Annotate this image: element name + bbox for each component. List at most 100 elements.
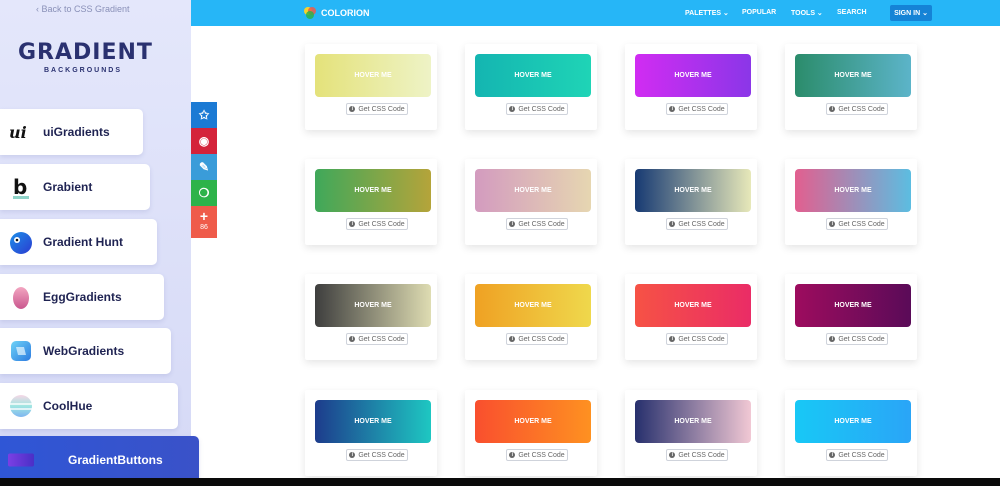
sidebar-item-grabient[interactable]: b Grabient [0, 164, 150, 210]
sidebar-item-webgradients[interactable]: WebGradients [0, 328, 171, 374]
get-css-code-label: Get CSS Code [678, 105, 725, 113]
qzone-icon: ✎ [198, 160, 210, 174]
hover-me-button[interactable]: HOVER ME [315, 54, 431, 97]
share-qzone-button[interactable]: ✎ [191, 154, 217, 180]
weibo-icon: ◉ [198, 134, 210, 148]
get-css-code-label: Get CSS Code [358, 105, 405, 113]
get-css-code-label: Get CSS Code [358, 451, 405, 459]
share-weibo-button[interactable]: ◉ [191, 128, 217, 154]
sidebar-item-uigradients[interactable]: ui uiGradients [0, 109, 143, 155]
info-icon: i [509, 106, 516, 112]
sidebar-item-gradientbuttons[interactable]: GradientButtons [0, 436, 199, 484]
info-icon: i [669, 452, 676, 458]
info-icon: i [669, 336, 676, 342]
bottom-bar [0, 478, 1000, 486]
hover-me-button[interactable]: HOVER ME [795, 400, 911, 443]
get-css-code-button[interactable]: i Get CSS Code [506, 218, 568, 230]
hover-me-button[interactable]: HOVER ME [635, 284, 751, 327]
sign-in-button[interactable]: SIGN IN ⌄ [890, 5, 932, 21]
sidebar-item-label: EggGradients [43, 290, 122, 304]
gradient-card: HOVER ME i Get CSS Code [305, 159, 437, 245]
get-css-code-button[interactable]: i Get CSS Code [506, 103, 568, 115]
info-icon: i [349, 452, 356, 458]
share-more-button[interactable]: + 86 [191, 206, 217, 238]
nav-search[interactable]: SEARCH [837, 9, 867, 16]
hover-me-button[interactable]: HOVER ME [475, 54, 591, 97]
get-css-code-label: Get CSS Code [518, 105, 565, 113]
hover-me-button[interactable]: HOVER ME [635, 54, 751, 97]
ui-logo-icon: ui [8, 119, 34, 145]
get-css-code-button[interactable]: i Get CSS Code [346, 333, 408, 345]
get-css-code-button[interactable]: i Get CSS Code [666, 449, 728, 461]
info-icon: i [829, 221, 836, 227]
get-css-code-button[interactable]: i Get CSS Code [666, 333, 728, 345]
get-css-code-button[interactable]: i Get CSS Code [506, 449, 568, 461]
get-css-code-button[interactable]: i Get CSS Code [826, 103, 888, 115]
get-css-code-button[interactable]: i Get CSS Code [346, 103, 408, 115]
hover-me-button[interactable]: HOVER ME [795, 284, 911, 327]
get-css-code-button[interactable]: i Get CSS Code [346, 218, 408, 230]
top-navbar: COLORION PALETTES ⌄ POPULAR TOOLS ⌄ SEAR… [191, 0, 1000, 26]
gradient-card: HOVER ME i Get CSS Code [465, 390, 597, 476]
get-css-code-button[interactable]: i Get CSS Code [346, 449, 408, 461]
egg-icon [8, 284, 34, 310]
sidebar: ‹ Back to CSS Gradient GRADIENT BACKGROU… [0, 0, 199, 486]
gradient-card: HOVER ME i Get CSS Code [305, 44, 437, 130]
gradient-card: HOVER ME i Get CSS Code [785, 159, 917, 245]
star-icon: ✩ [198, 108, 210, 122]
hover-me-button[interactable]: HOVER ME [475, 400, 591, 443]
hover-me-button[interactable]: HOVER ME [475, 284, 591, 327]
hover-me-button[interactable]: HOVER ME [475, 169, 591, 212]
hover-me-button[interactable]: HOVER ME [635, 400, 751, 443]
gradient-card: HOVER ME i Get CSS Code [625, 390, 757, 476]
wechat-icon: ❍ [198, 186, 210, 200]
get-css-code-label: Get CSS Code [678, 451, 725, 459]
svg-text:b: b [13, 175, 27, 199]
grabient-logo-icon: b [8, 174, 34, 200]
hover-me-button[interactable]: HOVER ME [795, 169, 911, 212]
gradient-card: HOVER ME i Get CSS Code [305, 390, 437, 476]
get-css-code-button[interactable]: i Get CSS Code [506, 333, 568, 345]
get-css-code-button[interactable]: i Get CSS Code [826, 333, 888, 345]
get-css-code-button[interactable]: i Get CSS Code [666, 103, 728, 115]
share-wechat-button[interactable]: ❍ [191, 180, 217, 206]
back-link[interactable]: ‹ Back to CSS Gradient [36, 4, 130, 14]
hover-me-button[interactable]: HOVER ME [795, 54, 911, 97]
nav-palettes[interactable]: PALETTES ⌄ [685, 9, 729, 17]
get-css-code-button[interactable]: i Get CSS Code [826, 218, 888, 230]
gradient-card: HOVER ME i Get CSS Code [465, 274, 597, 360]
sidebar-item-gradient-hunt[interactable]: Gradient Hunt [0, 219, 157, 265]
gradient-card: HOVER ME i Get CSS Code [785, 274, 917, 360]
get-css-code-button[interactable]: i Get CSS Code [666, 218, 728, 230]
info-icon: i [829, 106, 836, 112]
gradient-card: HOVER ME i Get CSS Code [785, 390, 917, 476]
gradient-card: HOVER ME i Get CSS Code [465, 44, 597, 130]
sidebar-item-coolhue[interactable]: CoolHue [0, 383, 178, 429]
gradient-bar-icon [8, 447, 34, 473]
get-css-code-label: Get CSS Code [518, 335, 565, 343]
sidebar-item-egggradients[interactable]: EggGradients [0, 274, 164, 320]
gradient-card: HOVER ME i Get CSS Code [625, 159, 757, 245]
info-icon: i [509, 336, 516, 342]
hover-me-button[interactable]: HOVER ME [635, 169, 751, 212]
info-icon: i [669, 221, 676, 227]
nav-tools[interactable]: TOOLS ⌄ [791, 9, 823, 17]
info-icon: i [349, 336, 356, 342]
sidebar-item-label: Gradient Hunt [43, 235, 123, 249]
get-css-code-label: Get CSS Code [838, 335, 885, 343]
logo-subtitle: BACKGROUNDS [44, 67, 122, 74]
gradient-hunt-bird-icon [8, 229, 34, 255]
hover-me-button[interactable]: HOVER ME [315, 400, 431, 443]
sidebar-item-label: CoolHue [43, 399, 93, 413]
logo-title: GRADIENT [18, 40, 153, 65]
get-css-code-label: Get CSS Code [838, 105, 885, 113]
nav-popular[interactable]: POPULAR [742, 9, 776, 16]
coolhue-disc-icon [8, 393, 34, 419]
share-star-button[interactable]: ✩ [191, 102, 217, 128]
get-css-code-button[interactable]: i Get CSS Code [826, 449, 888, 461]
hover-me-button[interactable]: HOVER ME [315, 169, 431, 212]
get-css-code-label: Get CSS Code [518, 220, 565, 228]
share-count: 86 [200, 224, 208, 231]
hover-me-button[interactable]: HOVER ME [315, 284, 431, 327]
brand-link[interactable]: COLORION [303, 6, 370, 20]
